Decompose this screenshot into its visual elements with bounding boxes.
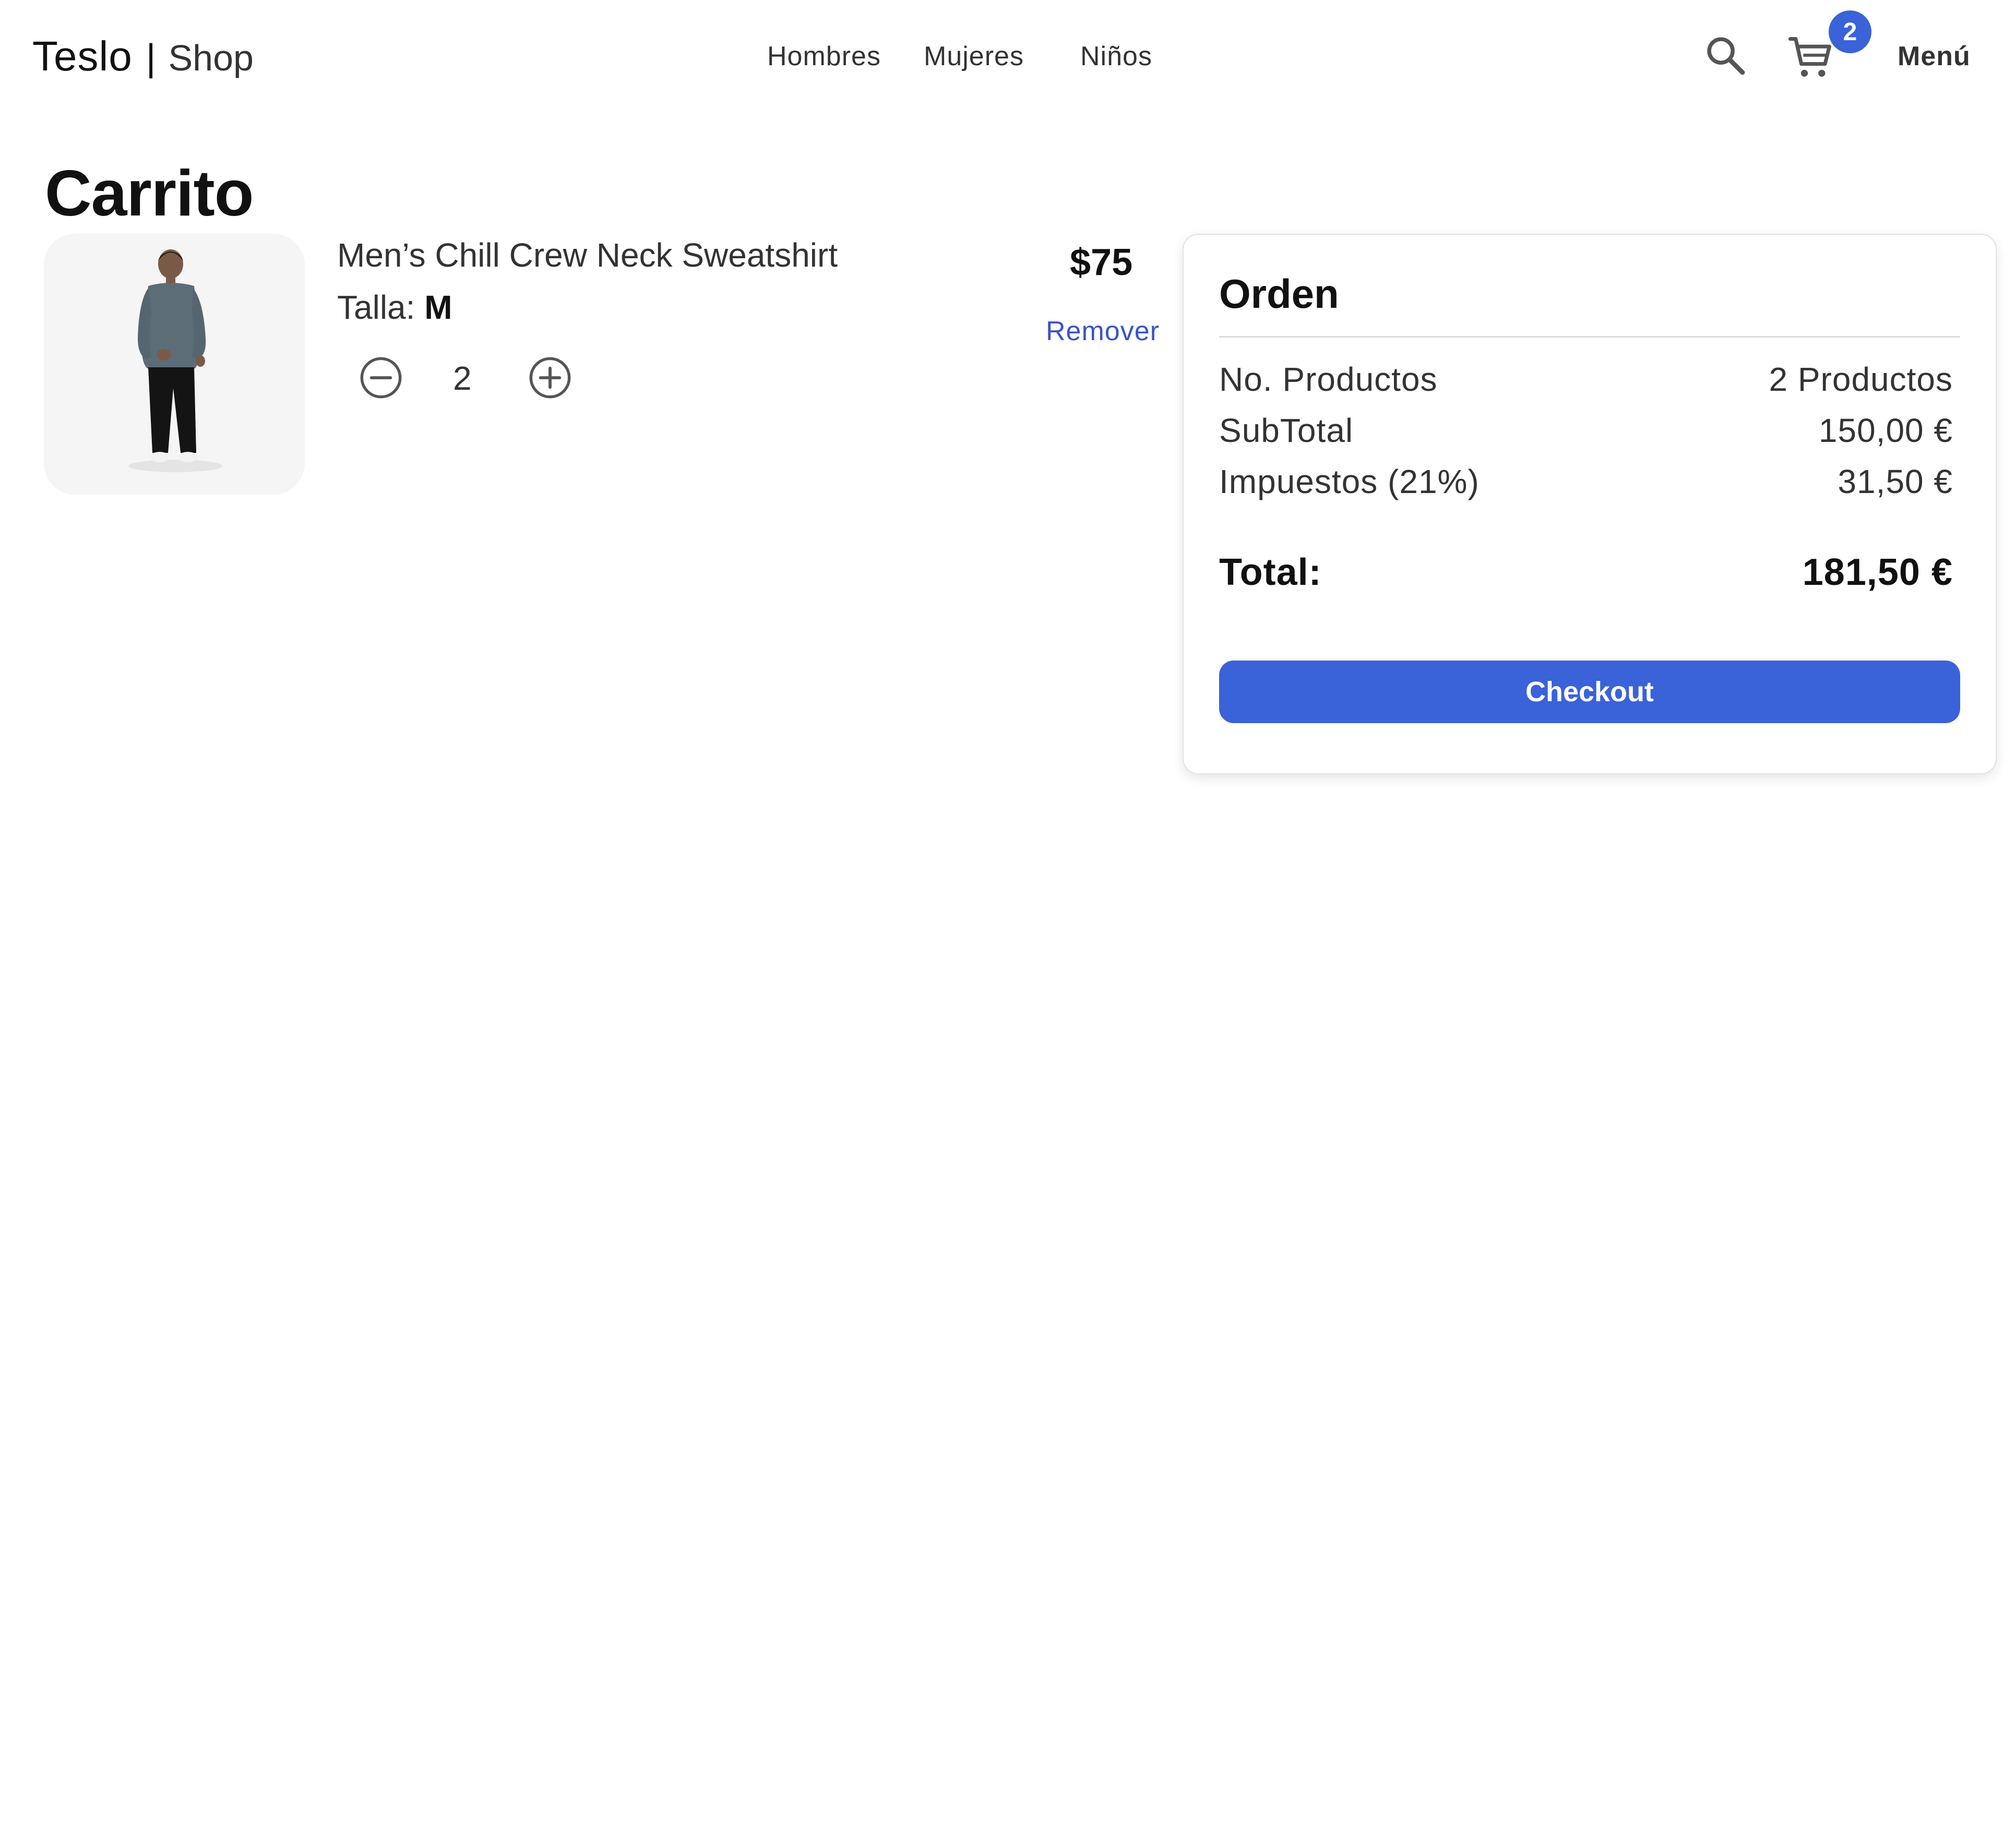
plus-circle-icon[interactable]: [527, 355, 573, 401]
nav-link-hombres[interactable]: Hombres: [767, 41, 881, 72]
page-title: Carrito: [45, 158, 254, 230]
summary-label-products: No. Productos: [1219, 361, 1438, 398]
cart-count-badge: 2: [1829, 10, 1871, 53]
search-icon[interactable]: [1702, 32, 1749, 79]
shopping-cart-icon[interactable]: [1785, 31, 1837, 83]
total-value: 181,50 €: [1802, 551, 1953, 593]
summary-label-subtotal: SubTotal: [1219, 412, 1354, 449]
order-title: Orden: [1219, 271, 1339, 317]
nav-link-ninos[interactable]: Niños: [1080, 41, 1152, 72]
remove-item-button[interactable]: Remover: [1046, 316, 1160, 347]
cart-item-price: $75: [1070, 242, 1133, 283]
cart-item-name[interactable]: Men’s Chill Crew Neck Sweatshirt: [337, 236, 838, 274]
size-value: M: [424, 289, 452, 326]
summary-label-taxes: Impuestos (21%): [1219, 463, 1480, 500]
brand-name: Teslo: [32, 33, 133, 79]
menu-button[interactable]: Menú: [1898, 41, 1971, 72]
cart-item-size: Talla: M: [337, 288, 452, 327]
quantity-value: 2: [453, 359, 472, 397]
navbar: Teslo | Shop Hombres Mujeres Niños 2 Men…: [0, 0, 2004, 112]
size-label: Talla:: [337, 289, 415, 326]
brand-shop: Shop: [168, 38, 254, 78]
summary-value-products: 2 Productos: [1769, 361, 1953, 398]
brand-logo[interactable]: Teslo | Shop: [32, 32, 254, 80]
brand-separator: |: [146, 37, 156, 79]
nav-link-mujeres[interactable]: Mujeres: [924, 41, 1024, 72]
minus-circle-icon[interactable]: [358, 355, 404, 401]
checkout-button[interactable]: Checkout: [1219, 661, 1960, 723]
product-image[interactable]: [44, 234, 305, 495]
summary-value-subtotal: 150,00 €: [1818, 412, 1953, 449]
total-label: Total:: [1219, 551, 1322, 593]
summary-value-taxes: 31,50 €: [1838, 463, 1953, 500]
order-divider: [1219, 336, 1960, 338]
